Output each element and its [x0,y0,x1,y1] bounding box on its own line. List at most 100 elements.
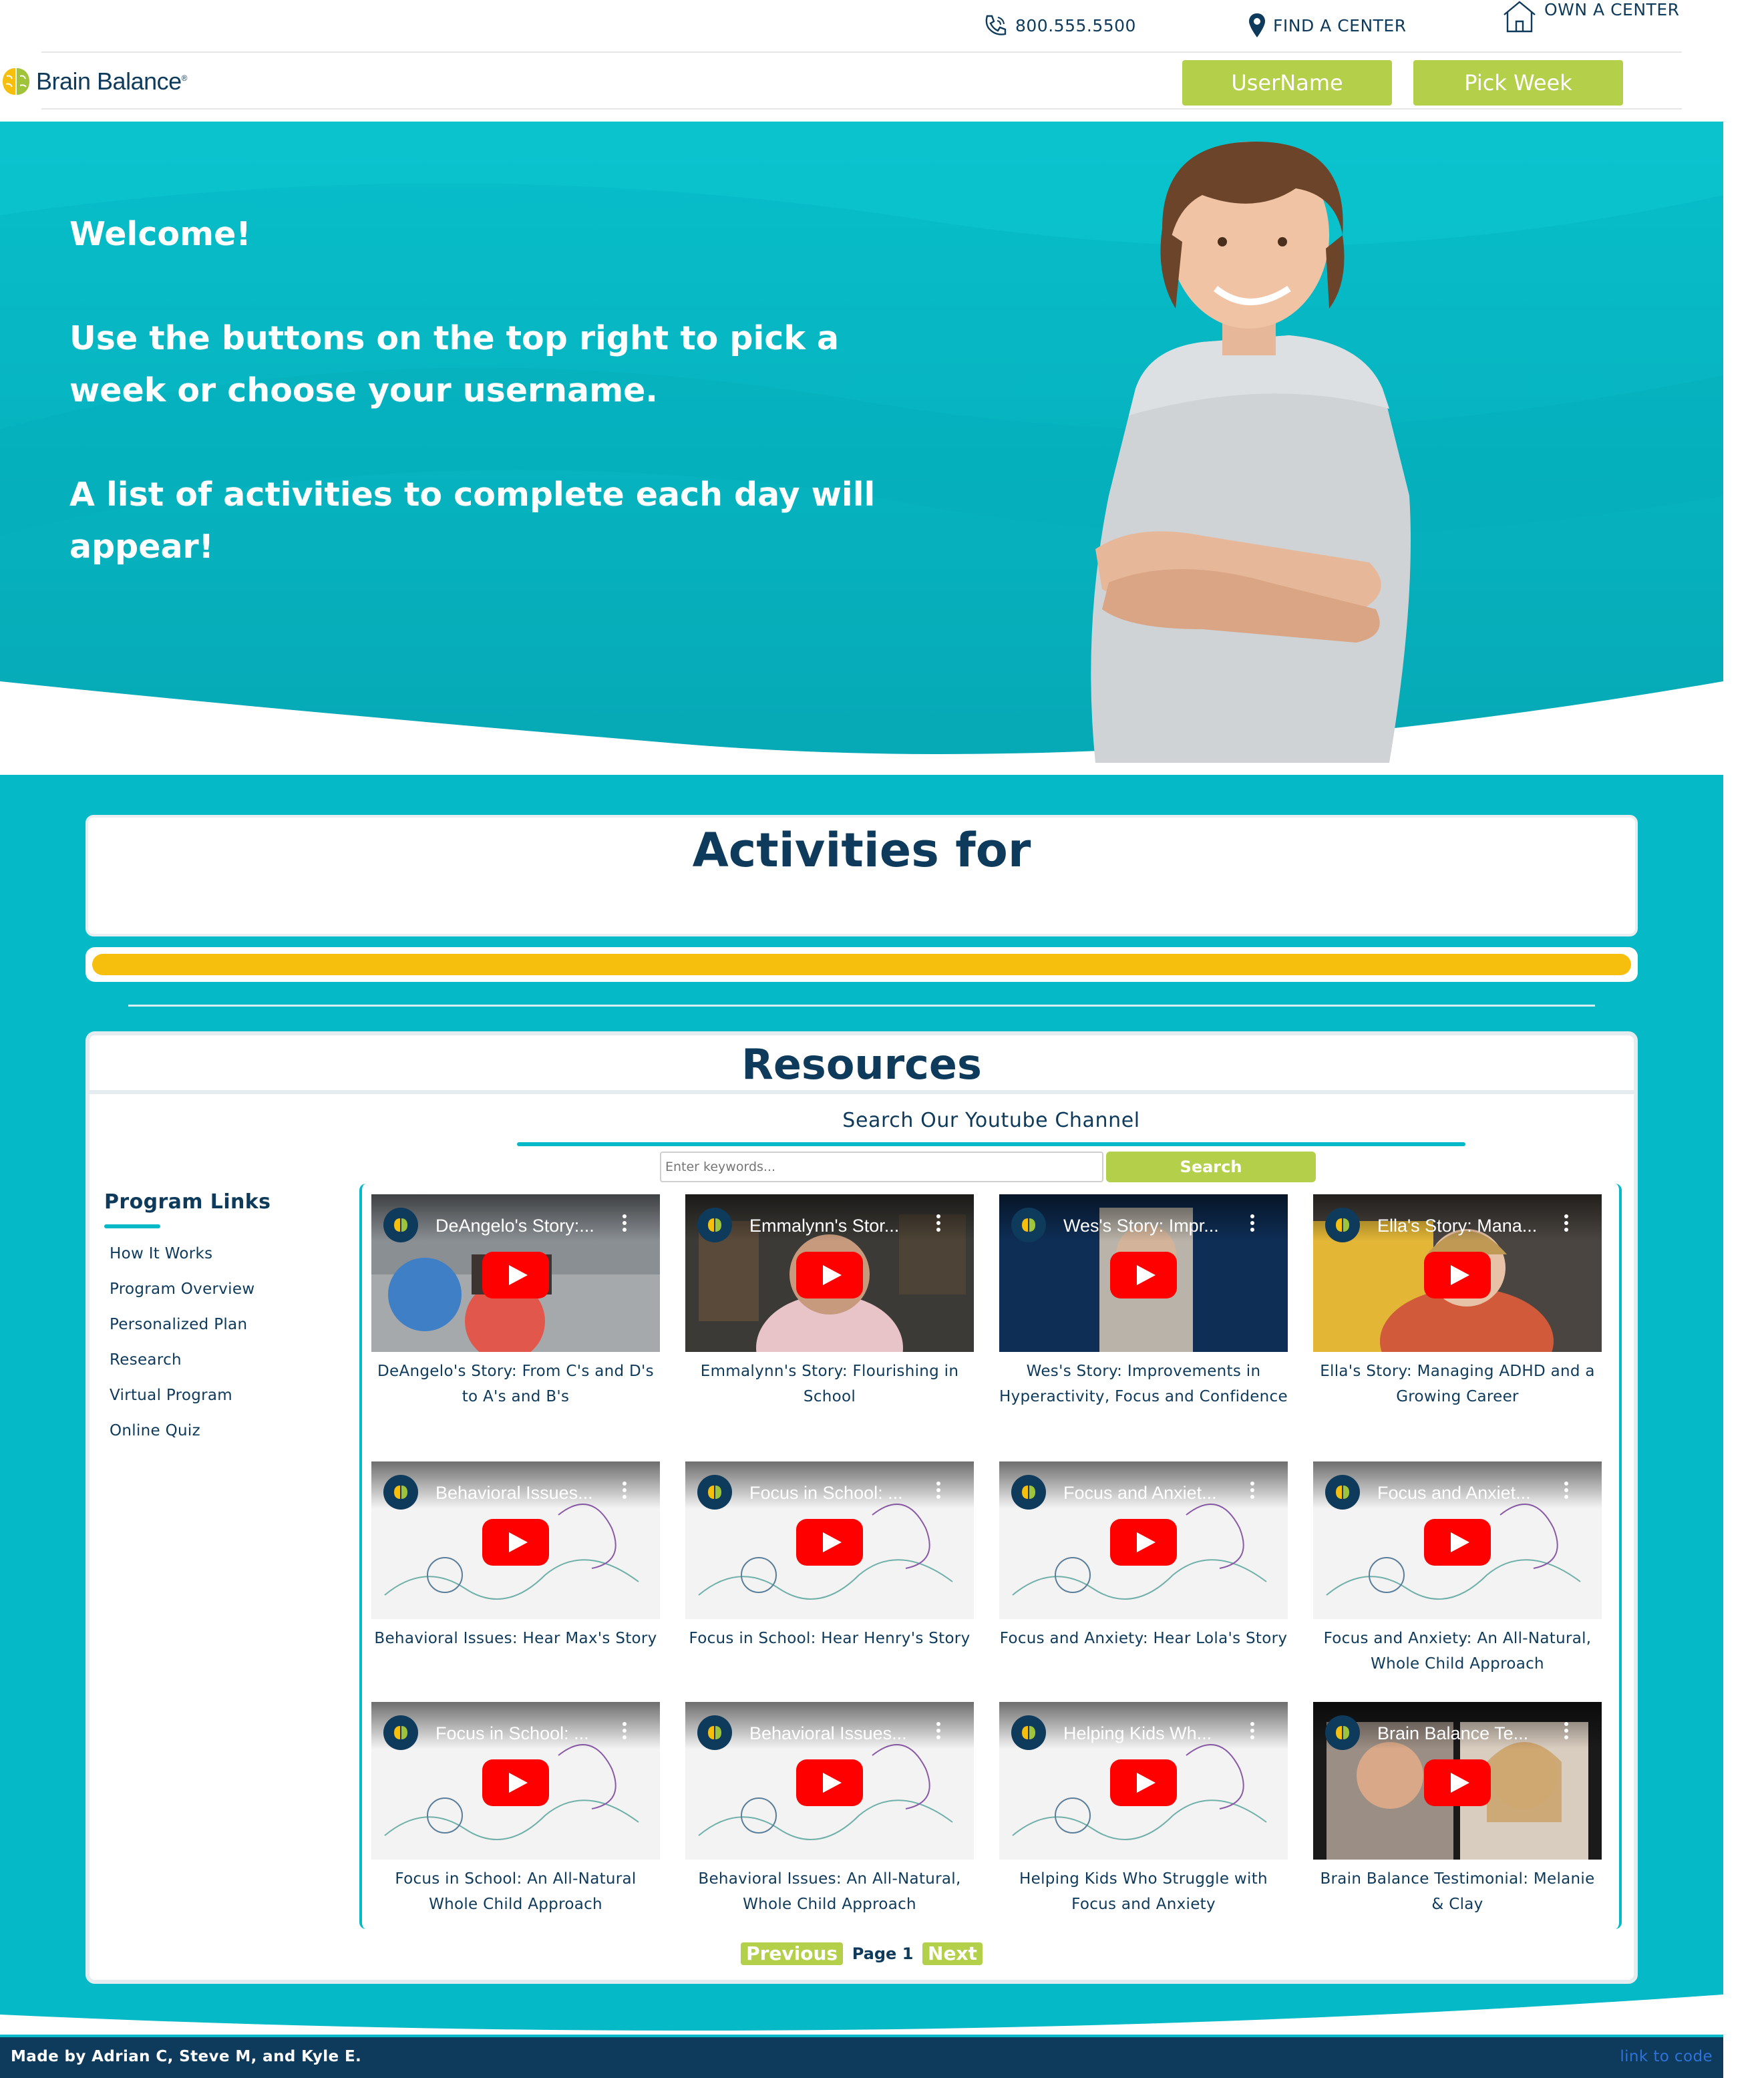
video-caption[interactable]: Focus in School: An All-Natural Whole Ch… [371,1866,660,1917]
video-caption[interactable]: Focus in School: Hear Henry's Story [685,1626,974,1651]
video-caption[interactable]: Helping Kids Who Struggle with Focus and… [999,1866,1288,1917]
video-card[interactable]: Focus and Anxiet... Focus and Anxiety: He… [999,1461,1288,1651]
more-options-icon[interactable] [936,1722,940,1742]
program-link-personalized-plan[interactable]: Personalized Plan [110,1307,345,1343]
video-thumb-title[interactable]: Behavioral Issues... [435,1483,616,1504]
link-to-code[interactable]: link to code [1620,2048,1713,2065]
video-thumbnail[interactable]: Focus and Anxiet... [999,1461,1288,1619]
video-thumb-title[interactable]: Helping Kids Wh... [1063,1723,1244,1744]
video-thumbnail[interactable]: Brain Balance Te... [1313,1702,1602,1860]
find-center-link[interactable]: FIND A CENTER [1248,12,1407,39]
more-options-icon[interactable] [1564,1214,1568,1234]
channel-avatar[interactable] [1325,1475,1360,1510]
video-thumbnail[interactable]: Focus in School: ... [371,1702,660,1860]
video-thumb-title[interactable]: Focus in School: ... [749,1483,930,1504]
video-caption[interactable]: Brain Balance Testimonial: Melanie & Cla… [1313,1866,1602,1917]
video-card[interactable]: Wes's Story: Impr... Wes's Story: Improve… [999,1194,1288,1409]
more-options-icon[interactable] [1564,1482,1568,1502]
video-thumbnail[interactable]: DeAngelo's Story:... [371,1194,660,1352]
channel-avatar[interactable] [697,1475,732,1510]
channel-avatar[interactable] [697,1208,732,1242]
more-options-icon[interactable] [1250,1214,1254,1234]
youtube-play-icon[interactable] [1110,1759,1177,1806]
program-link-online-quiz[interactable]: Online Quiz [110,1413,345,1449]
channel-avatar[interactable] [1011,1208,1046,1242]
more-options-icon[interactable] [1250,1722,1254,1742]
youtube-play-icon[interactable] [1424,1759,1491,1806]
username-button[interactable]: UserName [1182,60,1392,106]
video-thumb-title[interactable]: Emmalynn's Stor... [749,1216,930,1236]
video-card[interactable]: Focus in School: ... Focus in School: Hea… [685,1461,974,1651]
video-card[interactable]: Brain Balance Te... Brain Balance Testimo… [1313,1702,1602,1917]
more-options-icon[interactable] [1564,1722,1568,1742]
youtube-search-button[interactable]: Search [1106,1152,1316,1182]
video-thumb-title[interactable]: Focus in School: ... [435,1723,616,1744]
video-caption[interactable]: Wes's Story: Improvements in Hyperactivi… [999,1359,1288,1409]
program-link-program-overview[interactable]: Program Overview [110,1272,345,1307]
video-thumbnail[interactable]: Focus and Anxiet... [1313,1461,1602,1619]
video-caption[interactable]: DeAngelo's Story: From C's and D's to A'… [371,1359,660,1409]
own-center-link[interactable]: OWN A CENTER [1502,0,1679,33]
program-link-virtual-program[interactable]: Virtual Program [110,1378,345,1413]
video-thumb-title[interactable]: Brain Balance Te... [1377,1723,1558,1744]
channel-avatar[interactable] [697,1715,732,1750]
channel-avatar[interactable] [1011,1715,1046,1750]
channel-avatar[interactable] [1325,1715,1360,1750]
channel-avatar[interactable] [1325,1208,1360,1242]
video-thumbnail[interactable]: Helping Kids Wh... [999,1702,1288,1860]
video-caption[interactable]: Behavioral Issues: Hear Max's Story [371,1626,660,1651]
channel-avatar[interactable] [1011,1475,1046,1510]
youtube-play-icon[interactable] [482,1759,549,1806]
youtube-play-icon[interactable] [1110,1519,1177,1566]
video-thumbnail[interactable]: Focus in School: ... [685,1461,974,1619]
next-page-button[interactable]: Next [922,1942,983,1965]
video-caption[interactable]: Focus and Anxiety: An All-Natural, Whole… [1313,1626,1602,1677]
channel-avatar[interactable] [383,1475,418,1510]
more-options-icon[interactable] [936,1482,940,1502]
video-card[interactable]: Ella's Story: Mana... Ella's Story: Manag… [1313,1194,1602,1409]
youtube-play-icon[interactable] [482,1519,549,1566]
video-card[interactable]: Focus in School: ... Focus in School: An … [371,1702,660,1917]
video-thumbnail[interactable]: Wes's Story: Impr... [999,1194,1288,1352]
video-thumbnail[interactable]: Emmalynn's Stor... [685,1194,974,1352]
more-options-icon[interactable] [936,1214,940,1234]
video-thumb-title[interactable]: Wes's Story: Impr... [1063,1216,1244,1236]
phone-link[interactable]: 800.555.5500 [982,12,1136,39]
youtube-play-icon[interactable] [796,1519,863,1566]
video-caption[interactable]: Emmalynn's Story: Flourishing in School [685,1359,974,1409]
video-card[interactable]: Focus and Anxiet... Focus and Anxiety: An… [1313,1461,1602,1677]
program-link-how-it-works[interactable]: How It Works [110,1236,345,1272]
program-link-research[interactable]: Research [110,1343,345,1378]
youtube-play-icon[interactable] [796,1252,863,1298]
video-thumb-title[interactable]: Focus and Anxiet... [1377,1483,1558,1504]
channel-avatar[interactable] [383,1715,418,1750]
video-card[interactable]: DeAngelo's Story:... DeAngelo's Story: Fr… [371,1194,660,1409]
video-caption[interactable]: Focus and Anxiety: Hear Lola's Story [999,1626,1288,1651]
youtube-play-icon[interactable] [1424,1519,1491,1566]
brand-logo[interactable]: Brain Balance® [0,65,188,98]
video-thumbnail[interactable]: Behavioral Issues... [371,1461,660,1619]
youtube-play-icon[interactable] [1424,1252,1491,1298]
youtube-search-input[interactable] [660,1152,1103,1182]
video-thumb-title[interactable]: Ella's Story: Mana... [1377,1216,1558,1236]
youtube-play-icon[interactable] [1110,1252,1177,1298]
video-thumb-title[interactable]: Behavioral Issues... [749,1723,930,1744]
video-thumbnail[interactable]: Ella's Story: Mana... [1313,1194,1602,1352]
youtube-play-icon[interactable] [482,1252,549,1298]
video-thumbnail[interactable]: Behavioral Issues... [685,1702,974,1860]
video-caption[interactable]: Ella's Story: Managing ADHD and a Growin… [1313,1359,1602,1409]
video-card[interactable]: Helping Kids Wh... Helping Kids Who Strug… [999,1702,1288,1917]
previous-page-button[interactable]: Previous [741,1942,844,1965]
video-card[interactable]: Emmalynn's Stor... Emmalynn's Story: Flou… [685,1194,974,1409]
video-card[interactable]: Behavioral Issues... Behavioral Issues: A… [685,1702,974,1917]
more-options-icon[interactable] [623,1482,627,1502]
more-options-icon[interactable] [623,1214,627,1234]
youtube-play-icon[interactable] [796,1759,863,1806]
video-thumb-title[interactable]: Focus and Anxiet... [1063,1483,1244,1504]
channel-avatar[interactable] [383,1208,418,1242]
video-card[interactable]: Behavioral Issues... Behavioral Issues: H… [371,1461,660,1651]
video-thumb-title[interactable]: DeAngelo's Story:... [435,1216,616,1236]
video-caption[interactable]: Behavioral Issues: An All-Natural, Whole… [685,1866,974,1917]
pick-week-button[interactable]: Pick Week [1413,60,1623,106]
more-options-icon[interactable] [623,1722,627,1742]
